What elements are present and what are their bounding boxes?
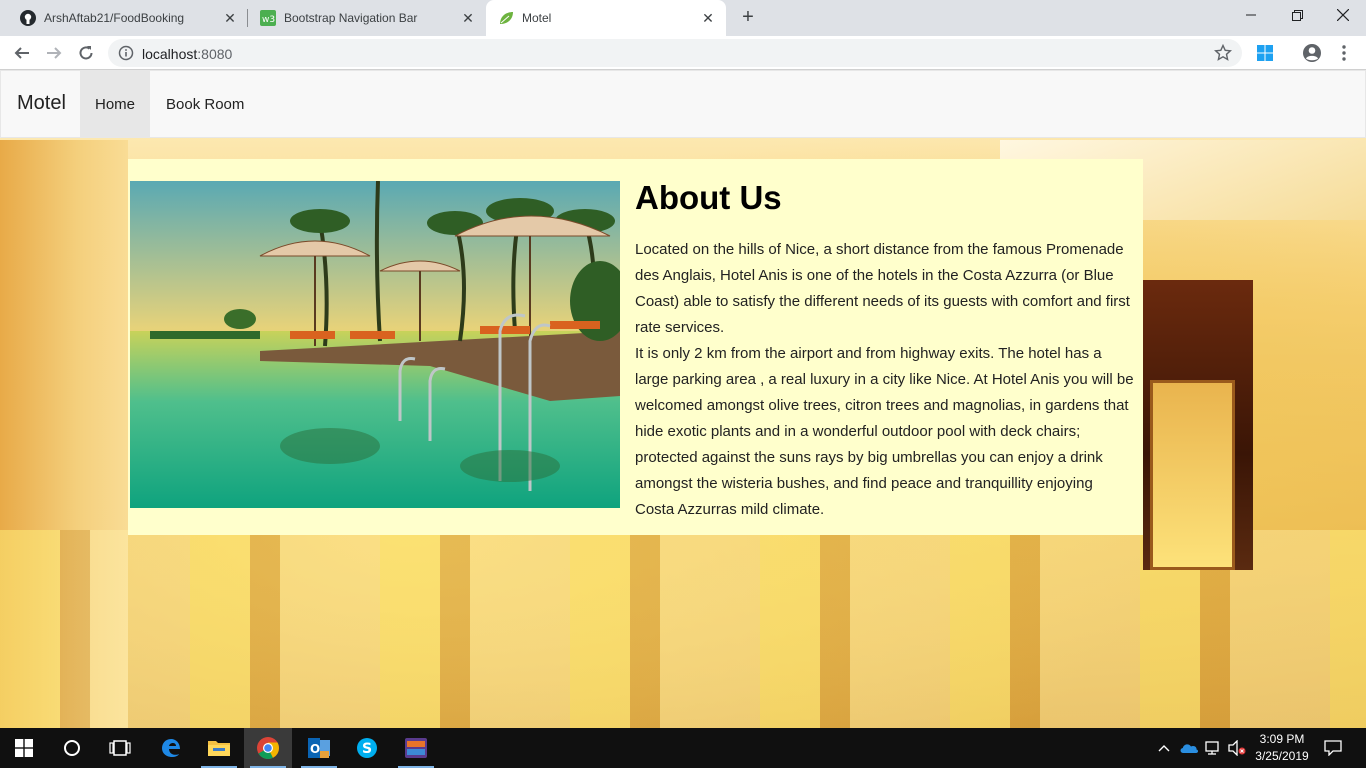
reload-button[interactable]: [72, 39, 100, 67]
edge-icon: [162, 739, 180, 757]
show-hidden-icons-button[interactable]: [1156, 728, 1172, 768]
menu-kebab-icon[interactable]: [1332, 41, 1356, 65]
start-button[interactable]: [0, 728, 48, 768]
close-tab-icon[interactable]: ✕: [700, 10, 716, 26]
windows-taskbar: O S 3:09 PM 3/25/2019: [0, 728, 1366, 768]
network-tray-icon[interactable]: [1202, 728, 1224, 768]
taskbar-skype[interactable]: S: [343, 728, 391, 768]
about-us-text: Located on the hills of Nice, a short di…: [635, 237, 1135, 523]
close-window-button[interactable]: [1320, 0, 1366, 30]
clock-date: 3/25/2019: [1255, 749, 1309, 763]
clock-time: 3:09 PM: [1259, 732, 1305, 746]
cortana-circle-icon: [64, 740, 80, 756]
notification-icon: [1324, 740, 1342, 756]
about-us-heading: About Us: [635, 179, 782, 216]
folder-icon: [208, 741, 230, 756]
svg-text:w3: w3: [262, 15, 275, 25]
background-lit-panel: [1150, 380, 1235, 570]
info-icon[interactable]: [118, 45, 134, 61]
url-port: :8080: [197, 46, 233, 62]
ide-app-icon: [405, 738, 427, 758]
leaf-icon: [498, 10, 514, 26]
restore-button[interactable]: [1274, 0, 1320, 30]
about-paragraph-2: It is only 2 km from the airport and fro…: [635, 345, 1134, 518]
about-paragraph-1: Located on the hills of Nice, a short di…: [635, 241, 1130, 336]
search-cortana-button[interactable]: [48, 728, 96, 768]
windows-extension-icon[interactable]: [1253, 41, 1277, 65]
close-tab-icon[interactable]: ✕: [222, 10, 238, 26]
tab-bootstrap-navigation-bar[interactable]: w3 Bootstrap Navigation Bar ✕: [248, 0, 486, 36]
svg-text:S: S: [362, 741, 372, 757]
github-icon: [20, 10, 36, 26]
close-tab-icon[interactable]: ✕: [460, 10, 476, 26]
tab-title: Motel: [522, 11, 552, 25]
pool-photo: [130, 181, 620, 508]
taskbar-clock[interactable]: 3:09 PM 3/25/2019: [1250, 731, 1314, 765]
windows-logo-icon: [15, 739, 33, 757]
address-bar[interactable]: localhost:8080: [108, 39, 1242, 67]
site-navbar: Motel Home Book Room: [0, 70, 1366, 138]
taskbar-file-explorer[interactable]: [195, 728, 243, 768]
task-view-button[interactable]: [96, 728, 144, 768]
browser-toolbar: localhost:8080: [0, 36, 1366, 70]
w3schools-icon: w3: [260, 10, 276, 26]
page-viewport: Motel Home Book Room About Us Located on…: [0, 70, 1366, 728]
back-button[interactable]: [8, 39, 36, 67]
url-text: localhost:8080: [142, 46, 232, 62]
svg-text:O: O: [310, 742, 320, 756]
volume-muted-tray-icon[interactable]: [1226, 728, 1248, 768]
tab-foodbooking[interactable]: ArshAftab21/FoodBooking ✕: [8, 0, 248, 36]
minimize-button[interactable]: [1228, 0, 1274, 30]
reload-icon: [79, 46, 93, 60]
onedrive-tray-icon[interactable]: [1178, 728, 1200, 768]
tab-motel[interactable]: Motel ✕: [486, 0, 726, 36]
url-host: localhost: [142, 46, 198, 62]
back-arrow-icon: [14, 47, 29, 59]
outlook-icon: O: [308, 738, 330, 758]
taskbar-outlook[interactable]: O: [295, 728, 343, 768]
about-us-section: About Us Located on the hills of Nice, a…: [128, 159, 1143, 535]
chrome-icon: [257, 737, 279, 759]
navbar-brand[interactable]: Motel: [17, 92, 66, 115]
tab-title: ArshAftab21/FoodBooking: [44, 11, 185, 25]
forward-arrow-icon: [47, 47, 62, 59]
forward-button[interactable]: [40, 39, 68, 67]
taskbar-ide[interactable]: [392, 728, 440, 768]
task-view-icon: [109, 740, 131, 756]
taskbar-chrome[interactable]: [244, 728, 292, 768]
nav-item-book-room[interactable]: Book Room: [151, 71, 259, 138]
tab-title: Bootstrap Navigation Bar: [284, 11, 418, 25]
bookmark-star-icon[interactable]: [1214, 44, 1232, 62]
new-tab-button[interactable]: +: [734, 6, 762, 30]
taskbar-edge[interactable]: [147, 728, 195, 768]
skype-icon: S: [357, 738, 377, 758]
browser-tab-bar: ArshAftab21/FoodBooking ✕ w3 Bootstrap N…: [0, 0, 1366, 36]
nav-item-home[interactable]: Home: [80, 71, 151, 138]
action-center-button[interactable]: [1318, 728, 1348, 768]
chevron-up-icon: [1158, 745, 1170, 752]
profile-icon[interactable]: [1300, 41, 1324, 65]
